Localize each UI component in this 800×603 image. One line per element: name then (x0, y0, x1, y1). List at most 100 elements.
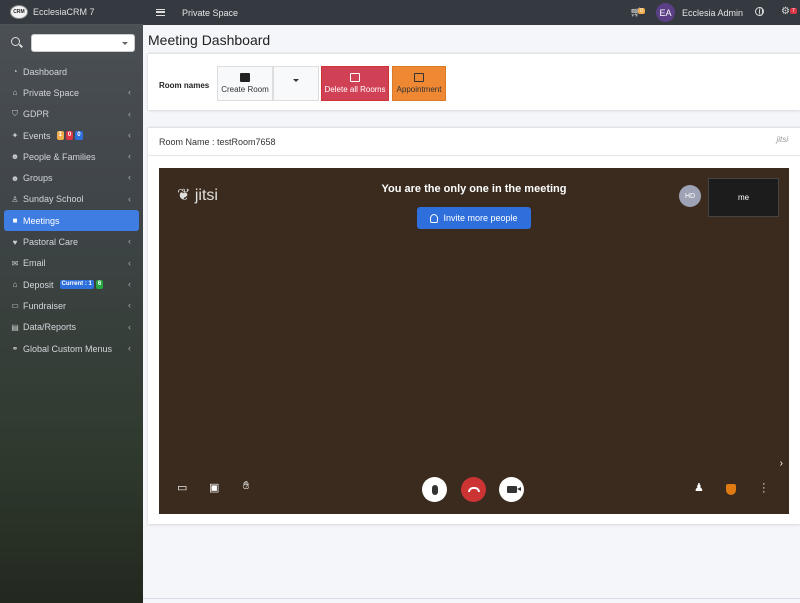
count-badge: 0 (65, 131, 74, 141)
sidebar-item-label: Deposit (23, 279, 54, 290)
brand[interactable]: CRM EcclesiaCRM 7 (0, 0, 143, 25)
calendar-add-icon (414, 73, 424, 82)
ticket-icon: ✦ (11, 131, 19, 141)
jitsi-small-logo: jitsi (776, 135, 788, 144)
sidebar-item-dashboard[interactable]: ◔ Dashboard (4, 61, 139, 82)
count-badge: 6 (95, 280, 104, 290)
sidebar-item-label: People & Families (23, 151, 96, 162)
sidebar-item-people-families[interactable]: ☻ People & Families ‹ (4, 146, 139, 167)
page-title: Meeting Dashboard (148, 32, 271, 48)
sidebar: CRM EcclesiaCRM 7 ◔ Dashboard ⌂ Private Spa… (0, 0, 143, 603)
microphone-button[interactable] (422, 477, 447, 502)
chevron-left-icon: ‹ (128, 321, 131, 332)
sidebar-item-sunday-school[interactable]: ♙ Sunday School ‹ (4, 189, 139, 210)
sidebar-item-deposit[interactable]: ⌂ Deposit Current : 1 6 ‹ (4, 274, 139, 295)
room-toolbar: Room names Create Room Delete all Rooms … (148, 53, 800, 110)
sidebar-item-pastoral-care[interactable]: ♥ Pastoral Care ‹ (4, 231, 139, 252)
topbar-title[interactable]: Private Space (182, 8, 238, 18)
menu-toggle-icon[interactable] (156, 9, 165, 16)
sidebar-item-label: GDPR (23, 109, 50, 120)
chevron-down-icon (122, 41, 128, 45)
brand-logo: CRM (10, 5, 28, 19)
sidebar-item-global-custom-menus[interactable]: ⚭ Global Custom Menus ‹ (4, 338, 139, 359)
people-icon: ☻ (10, 152, 20, 162)
count-badge: Current : 1 (59, 280, 94, 290)
heart-icon: ♥ (12, 237, 18, 247)
chevron-left-icon: ‹ (128, 278, 131, 289)
chevron-right-icon[interactable]: › (780, 458, 783, 469)
delete-all-rooms-label: Delete all Rooms (324, 85, 386, 94)
screen-share-icon[interactable]: ▣ (209, 481, 219, 494)
search-input[interactable] (31, 33, 135, 52)
shield-icon: ⛉ (12, 109, 18, 119)
file-icon: ▤ (11, 322, 19, 332)
video-icon: ■ (12, 216, 18, 226)
link-icon: ⚭ (11, 344, 19, 353)
sidebar-item-label: Groups (23, 173, 53, 184)
participant-avatar[interactable]: HD (679, 185, 701, 207)
sidebar-item-gdpr[interactable]: ⛉ GDPR ‹ (4, 104, 139, 125)
microphone-icon (431, 484, 438, 495)
participants-icon[interactable]: ♟ (694, 481, 704, 494)
cart-badge: 0 (638, 8, 645, 14)
camera-icon (506, 486, 521, 493)
room-dropdown-button[interactable] (273, 66, 319, 101)
sidebar-item-label: Private Space (23, 87, 80, 98)
appointment-label: Appointment (396, 85, 442, 94)
user-name[interactable]: Ecclesia Admin (682, 8, 743, 18)
sidebar-item-data-reports[interactable]: ▤ Data/Reports ‹ (4, 317, 139, 338)
chevron-left-icon: ‹ (128, 108, 131, 119)
chevron-left-icon: ‹ (128, 172, 131, 183)
raise-hand-icon[interactable]: ✋︎ (243, 480, 249, 493)
camera-button[interactable] (499, 477, 524, 502)
brand-name: EcclesiaCRM 7 (33, 7, 95, 17)
chevron-left-icon: ‹ (128, 342, 131, 353)
hangup-button[interactable] (461, 477, 486, 502)
search-icon[interactable] (11, 36, 23, 49)
room-name: Room Name : testRoom7658 (159, 137, 276, 147)
sidebar-item-email[interactable]: ✉ Email ‹ (4, 253, 139, 274)
self-view-thumbnail[interactable]: me (708, 178, 779, 217)
globe-icon[interactable] (755, 7, 764, 16)
dashboard-icon: ◔ (12, 67, 18, 77)
home-icon: ⌂ (12, 88, 18, 98)
sidebar-item-events[interactable]: ✦ Events 1 0 0 ‹ (4, 125, 139, 146)
sticky-note-icon (240, 73, 250, 82)
security-shield-icon[interactable] (726, 484, 736, 495)
sidebar-item-label: Meetings (23, 215, 60, 226)
sidebar-item-fundraiser[interactable]: ▭ Fundraiser ‹ (4, 295, 139, 316)
more-options-icon[interactable]: · · · (762, 479, 766, 498)
delete-all-rooms-button[interactable]: Delete all Rooms (321, 66, 389, 101)
settings-badge: 7 (790, 8, 797, 14)
sidebar-item-groups[interactable]: ☻ Groups ‹ (4, 167, 139, 188)
invite-label: Invite more people (443, 213, 518, 223)
divider (148, 155, 800, 156)
envelope-icon: ✉ (11, 258, 19, 268)
sidebar-item-label: Sunday School (23, 194, 84, 205)
sidebar-item-private-space[interactable]: ⌂ Private Space ‹ (4, 82, 139, 103)
footer-divider (143, 598, 800, 599)
count-badge: 0 (75, 131, 83, 141)
sidebar-item-label: Global Custom Menus (23, 343, 113, 354)
create-room-button[interactable]: Create Room (217, 66, 273, 101)
chat-icon[interactable]: ▭ (177, 481, 187, 494)
chevron-left-icon: ‹ (128, 300, 131, 311)
gear-icon[interactable]: ⚙ (781, 6, 790, 17)
room-names-label: Room names (159, 81, 210, 90)
appointment-button[interactable]: Appointment (392, 66, 446, 101)
chevron-left-icon: ‹ (128, 257, 131, 268)
video-conference[interactable]: ❦ jitsi You are the only one in the meet… (159, 168, 789, 514)
chevron-left-icon: ‹ (128, 193, 131, 204)
hangup-icon (467, 487, 480, 492)
sidebar-item-label: Dashboard (23, 66, 68, 77)
calendar-delete-icon (350, 73, 360, 82)
invite-more-people-button[interactable]: Invite more people (417, 207, 531, 229)
child-icon: ♙ (11, 194, 19, 204)
sidebar-item-label: Pastoral Care (23, 237, 79, 248)
sidebar-item-meetings[interactable]: ■ Meetings (4, 210, 139, 232)
chevron-left-icon: ‹ (128, 151, 131, 162)
chevron-down-icon (293, 79, 299, 82)
money-icon: ▭ (11, 301, 19, 311)
add-person-icon (430, 213, 439, 223)
avatar[interactable]: EA (656, 3, 675, 22)
